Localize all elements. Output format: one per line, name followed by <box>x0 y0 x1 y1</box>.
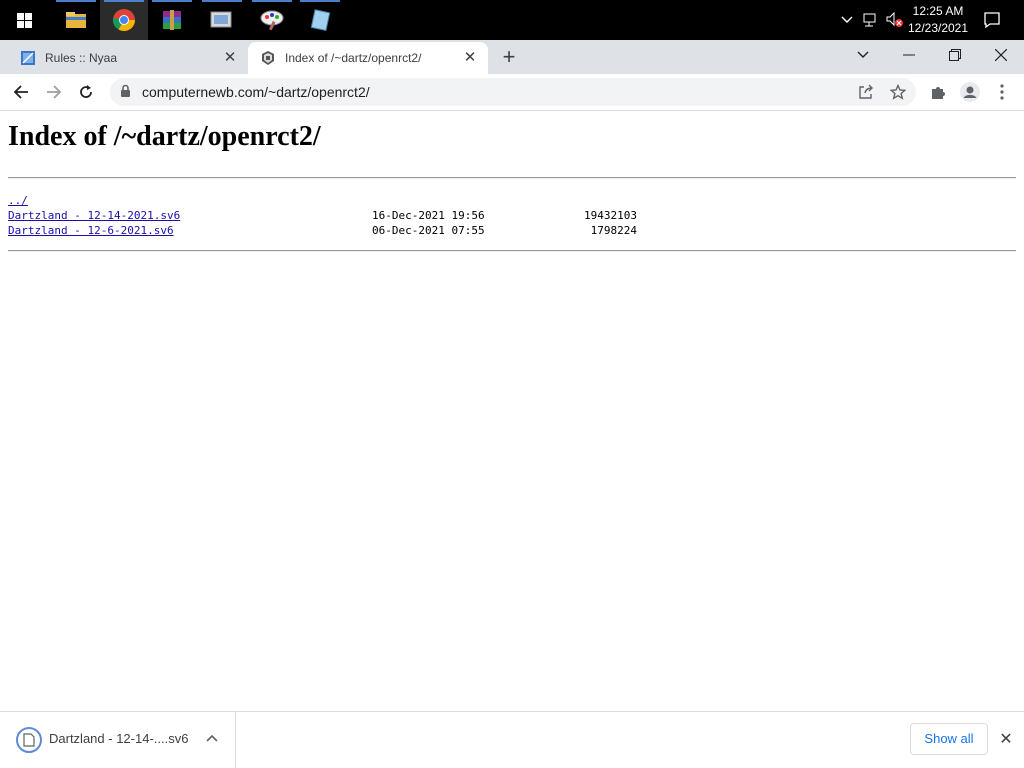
download-filename[interactable]: Dartzland - 12-14-....sv6 <box>49 731 188 746</box>
close-tab-icon[interactable]: ✕ <box>462 50 478 66</box>
windows-logo-icon <box>16 12 32 28</box>
extensions-icon[interactable] <box>924 78 952 106</box>
taskbar: 12:25 AM 12/23/2021 <box>0 0 1024 40</box>
notifications-icon[interactable] <box>978 0 1006 40</box>
tab-index-openrct2[interactable]: Index of /~dartz/openrct2/ ✕ <box>248 42 488 74</box>
list-item: Dartzland - 12-14-2021.sv6 16-Dec-2021 1… <box>8 208 708 223</box>
forward-button[interactable] <box>40 78 68 106</box>
notepad-icon[interactable] <box>296 0 344 40</box>
site-favicon-icon <box>262 51 274 65</box>
chevron-up-icon[interactable] <box>838 0 856 40</box>
chrome-icon[interactable] <box>100 0 148 40</box>
reload-button[interactable] <box>72 78 100 106</box>
file-listing: ../ Dartzland - 12-14-2021.sv6 16-Dec-20… <box>8 193 708 238</box>
winrar-icon[interactable] <box>148 0 196 40</box>
new-tab-button[interactable]: + <box>496 46 522 68</box>
bottom-divider <box>8 250 1016 252</box>
network-icon[interactable] <box>860 0 882 40</box>
start-button[interactable] <box>0 0 48 40</box>
file-size: 19432103 <box>584 209 637 222</box>
restore-button[interactable] <box>932 40 978 70</box>
minimize-button[interactable] <box>886 40 932 70</box>
system-clock[interactable]: 12:25 AM 12/23/2021 <box>904 0 972 40</box>
tab-title: Rules :: Nyaa <box>45 51 118 65</box>
file-size: 1798224 <box>590 224 637 237</box>
top-divider <box>8 177 1016 179</box>
lock-icon[interactable] <box>120 84 131 98</box>
menu-kebab-icon[interactable] <box>988 78 1016 106</box>
back-button[interactable] <box>7 78 35 106</box>
bookmark-star-icon[interactable] <box>884 78 912 106</box>
file-explorer-icon[interactable] <box>52 0 100 40</box>
list-item: Dartzland - 12-6-2021.sv6 06-Dec-2021 07… <box>8 223 708 238</box>
profile-avatar-icon[interactable] <box>956 78 984 106</box>
page-title: Index of /~dartz/openrct2/ <box>8 121 321 152</box>
file-date: 06-Dec-2021 07:55 <box>372 224 485 237</box>
chevron-up-icon[interactable] <box>204 731 220 747</box>
file-icon <box>16 727 42 753</box>
url-text[interactable]: computernewb.com/~dartz/openrct2/ <box>142 78 370 106</box>
parent-directory-link[interactable]: ../ <box>8 193 28 208</box>
show-all-button[interactable]: Show all <box>910 723 988 755</box>
clock-time: 12:25 AM <box>912 4 964 18</box>
share-icon[interactable] <box>852 78 880 106</box>
photos-icon[interactable] <box>198 0 246 40</box>
close-tab-icon[interactable]: ✕ <box>222 50 238 66</box>
clock-date: 12/23/2021 <box>907 21 969 35</box>
nyaa-favicon-icon <box>21 51 35 65</box>
close-window-button[interactable] <box>978 40 1024 70</box>
close-icon[interactable]: ✕ <box>996 730 1016 750</box>
paint-icon[interactable] <box>248 0 296 40</box>
file-link[interactable]: Dartzland - 12-6-2021.sv6 <box>8 223 174 238</box>
tab-rules-nyaa[interactable]: Rules :: Nyaa ✕ <box>8 42 248 74</box>
file-link[interactable]: Dartzland - 12-14-2021.sv6 <box>8 208 180 223</box>
tab-search-icon[interactable] <box>840 40 886 70</box>
volume-muted-icon[interactable] <box>884 0 906 40</box>
tab-title: Index of /~dartz/openrct2/ <box>285 51 422 65</box>
list-item: ../ <box>8 193 708 208</box>
file-date: 16-Dec-2021 19:56 <box>372 209 485 222</box>
